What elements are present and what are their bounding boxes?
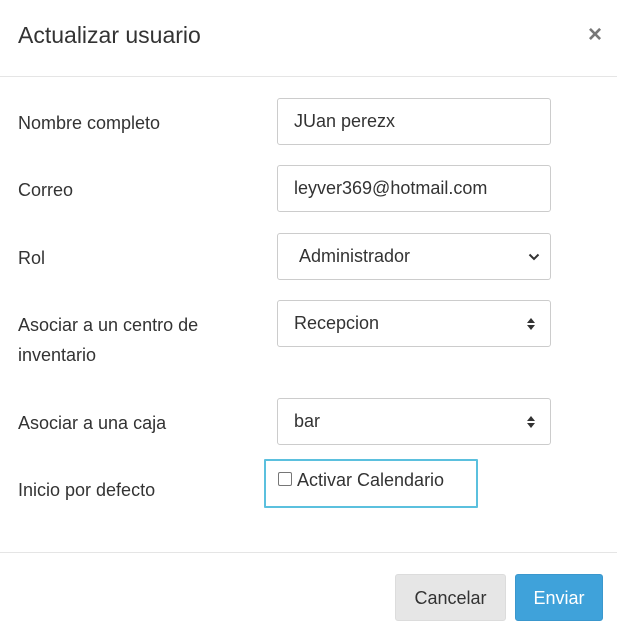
activar-calendario-label[interactable]: Activar Calendario [297, 466, 444, 494]
modal-title: Actualizar usuario [18, 22, 201, 48]
nombre-input[interactable]: JUan perezx [277, 98, 551, 145]
correo-label: Correo [18, 180, 74, 200]
sort-updown-icon [527, 318, 535, 330]
close-icon[interactable]: × [583, 20, 607, 50]
footer-divider [0, 552, 617, 553]
centro-select[interactable]: Recepcion [277, 300, 551, 347]
rol-label: Rol [18, 248, 46, 268]
update-user-modal: Actualizar usuario × Nombre completo JUa… [0, 0, 617, 632]
centro-selected-value: Recepcion [294, 313, 380, 333]
correo-input[interactable]: leyver369@hotmail.com [277, 165, 551, 212]
caja-selected-value: bar [294, 411, 321, 431]
caja-label: Asociar a una caja [18, 413, 167, 433]
chevron-down-icon [528, 253, 540, 261]
inicio-label: Inicio por defecto [18, 480, 156, 500]
activar-calendario-checkbox[interactable] [278, 472, 292, 486]
rol-select[interactable]: Administrador [277, 233, 551, 280]
cancel-button[interactable]: Cancelar [395, 574, 506, 621]
centro-label-line1: Asociar a un centro de [18, 315, 199, 335]
caja-select[interactable]: bar [277, 398, 551, 445]
submit-button[interactable]: Enviar [515, 574, 603, 621]
rol-selected-value: Administrador [299, 246, 411, 266]
centro-label-line2: inventario [18, 345, 97, 365]
sort-updown-icon [527, 416, 535, 428]
modal-header: Actualizar usuario × [0, 0, 617, 77]
nombre-label: Nombre completo [18, 113, 161, 133]
